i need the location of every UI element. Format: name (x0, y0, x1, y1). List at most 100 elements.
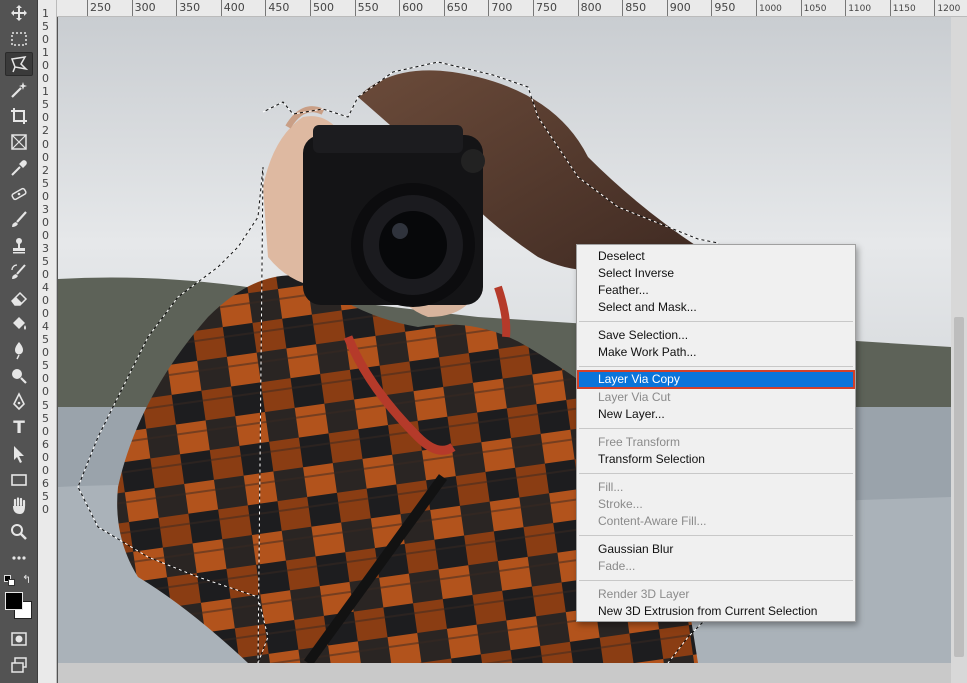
menu-item-content-aware-fill: Content-Aware Fill... (598, 514, 707, 528)
menu-item-select-inverse[interactable]: Select Inverse (578, 265, 854, 282)
ruler-label: 600 (402, 1, 424, 14)
default-colors-icon[interactable] (4, 575, 16, 587)
ruler-label: 3 (42, 202, 49, 216)
eyedropper-tool-icon (11, 160, 27, 176)
menu-item-save-selection[interactable]: Save Selection... (578, 327, 854, 344)
blur-tool[interactable] (5, 338, 33, 362)
ruler-label: 0 (42, 385, 49, 399)
rectangle-tool[interactable] (5, 468, 33, 492)
menu-item-transform-selection[interactable]: Transform Selection (578, 451, 854, 468)
ruler-label: 550 (357, 1, 379, 14)
hand-tool[interactable] (5, 494, 33, 518)
ruler-tick (800, 0, 802, 16)
horizontal-scrollbar[interactable] (58, 663, 951, 683)
marquee-tool[interactable] (5, 27, 33, 51)
screen-mode-button[interactable] (5, 653, 33, 677)
menu-item-free-transform: Free Transform (598, 435, 681, 449)
ruler-label: 900 (669, 1, 691, 14)
type-tool[interactable]: T (5, 416, 33, 440)
ruler-tick (488, 0, 490, 16)
ruler-label: 1150 (892, 4, 916, 14)
ruler-label: 850 (625, 1, 647, 14)
clone-stamp-tool-icon (13, 238, 25, 254)
quick-mask-button[interactable] (5, 627, 33, 651)
ruler-label: 0 (42, 228, 49, 242)
ruler-label: 2 (42, 163, 49, 177)
menu-item-fade: Fade... (598, 559, 636, 573)
dodge-tool[interactable] (5, 364, 33, 388)
ruler-tick (622, 0, 624, 16)
eyedropper-tool[interactable] (5, 156, 33, 180)
history-brush-tool[interactable] (5, 260, 33, 284)
ruler-label: 0 (42, 307, 49, 321)
ruler-label: 5 (42, 254, 49, 268)
vertical-ruler: 150100150200250300350400450500550600650 (38, 0, 57, 683)
menu-separator (579, 366, 853, 367)
menu-item-deselect[interactable]: Deselect (578, 248, 854, 265)
quick-mask-icon (11, 632, 27, 646)
ruler-label: 6 (42, 476, 49, 490)
ruler-label: 0 (42, 150, 49, 164)
menu-item-render-3d-layer: Render 3D Layer (598, 587, 690, 601)
menu-item-select-and-mask[interactable]: Select and Mask... (578, 299, 854, 316)
menu-separator (579, 428, 853, 429)
history-brush-tool-icon (11, 264, 26, 279)
ruler-tick (87, 0, 88, 16)
frame-tool-icon (11, 134, 27, 150)
crop-tool-icon (11, 108, 27, 124)
hand-tool-icon (13, 497, 26, 514)
zoom-tool-icon (11, 524, 27, 540)
ruler-tick (310, 0, 311, 16)
menu-item-feather[interactable]: Feather... (578, 282, 854, 299)
ruler-tick (220, 0, 222, 16)
menu-separator (579, 473, 853, 474)
ruler-tick (577, 0, 579, 16)
magic-wand-tool[interactable] (5, 78, 33, 102)
ruler-label: 650 (446, 1, 468, 14)
menu-item-gaussian-blur[interactable]: Gaussian Blur (578, 541, 854, 558)
eraser-tool-icon (11, 291, 28, 306)
ruler-tick (265, 0, 267, 16)
healing-brush-tool[interactable] (5, 182, 33, 206)
menu-item-make-work-path[interactable]: Make Work Path... (578, 344, 854, 361)
brush-tool[interactable] (5, 208, 33, 232)
ruler-tick (711, 0, 713, 16)
magic-wand-tool-icon (11, 82, 27, 98)
scrollbar-thumb[interactable] (954, 317, 964, 657)
ruler-label: 0 (42, 502, 49, 516)
move-tool[interactable] (5, 1, 33, 25)
paint-bucket-tool[interactable] (5, 312, 33, 336)
ruler-label: 5 (42, 20, 49, 34)
menu-item-new-3d-extrusion[interactable]: New 3D Extrusion from Current Selection (578, 603, 854, 620)
rectangle-tool-icon (11, 474, 27, 486)
path-selection-tool[interactable] (5, 442, 33, 466)
ruler-label: 2 (42, 124, 49, 138)
path-selection-tool-icon (14, 446, 24, 463)
ruler-label: 0 (42, 137, 49, 151)
ruler-label: 0 (42, 72, 49, 86)
clone-stamp-tool[interactable] (5, 234, 33, 258)
zoom-tool[interactable] (5, 520, 33, 544)
pen-tool[interactable] (5, 390, 33, 414)
horizontal-ruler: 250 300 350 400 450 500 550 600 650 700 750 800 850 9… (57, 0, 967, 17)
polygonal-lasso-tool[interactable] (5, 52, 33, 76)
swap-colors-icon[interactable]: ↰ (22, 574, 34, 586)
ruler-label: 5 (42, 98, 49, 112)
menu-item-new-layer[interactable]: New Layer... (578, 406, 854, 423)
vertical-scrollbar[interactable] (951, 17, 967, 683)
ruler-tick (889, 0, 891, 16)
foreground-color-swatch[interactable] (5, 592, 23, 610)
frame-tool[interactable] (5, 130, 33, 154)
ruler-label: 4 (42, 320, 49, 334)
ruler-tick (399, 0, 401, 16)
eraser-tool[interactable] (5, 286, 33, 310)
ruler-label: 500 (313, 1, 334, 14)
polygonal-lasso-tool-icon (10, 56, 29, 73)
more-tools[interactable] (5, 546, 33, 570)
ruler-label: 1050 (803, 4, 827, 14)
menu-item-layer-via-copy[interactable]: Layer Via Copy (577, 370, 855, 389)
marquee-tool-icon (11, 32, 27, 46)
crop-tool[interactable] (5, 104, 33, 128)
ruler-tick (354, 0, 356, 16)
ruler-tick (443, 0, 445, 16)
